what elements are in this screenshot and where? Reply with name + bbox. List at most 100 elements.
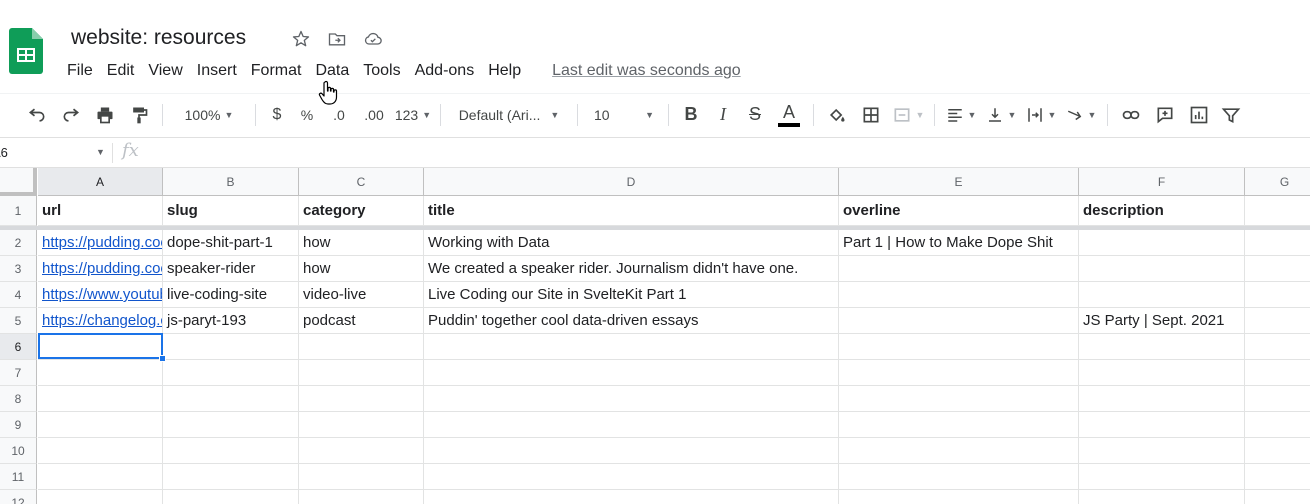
insert-chart-icon[interactable] — [1182, 101, 1216, 129]
italic-button[interactable]: I — [707, 101, 739, 129]
row-header-4[interactable]: 4 — [0, 282, 37, 308]
row-header-5[interactable]: 5 — [0, 308, 37, 334]
cell-e9[interactable] — [839, 412, 1079, 438]
cell-g4[interactable] — [1245, 282, 1310, 308]
cell-a1[interactable]: url — [38, 196, 163, 226]
cell-g10[interactable] — [1245, 438, 1310, 464]
cell-e3[interactable] — [839, 256, 1079, 282]
cell-b1[interactable]: slug — [163, 196, 299, 226]
sheets-logo-icon[interactable] — [9, 28, 43, 74]
cell-f5[interactable]: JS Party | Sept. 2021 — [1079, 308, 1245, 334]
cell-b12[interactable] — [163, 490, 299, 504]
cell-g11[interactable] — [1245, 464, 1310, 490]
fill-handle[interactable] — [159, 355, 166, 362]
cell-e7[interactable] — [839, 360, 1079, 386]
name-box[interactable]: A6 ▼ — [0, 138, 108, 167]
move-to-folder-icon[interactable] — [325, 28, 349, 50]
row-header-8[interactable]: 8 — [0, 386, 37, 412]
cell-b11[interactable] — [163, 464, 299, 490]
cell-f1[interactable]: description — [1079, 196, 1245, 226]
column-header-c[interactable]: C — [299, 168, 424, 196]
cell-a9[interactable] — [38, 412, 163, 438]
cell-e5[interactable] — [839, 308, 1079, 334]
cell-b8[interactable] — [163, 386, 299, 412]
row-header-10[interactable]: 10 — [0, 438, 37, 464]
row-header-2[interactable]: 2 — [0, 230, 37, 256]
cell-a5[interactable]: https://changelog.com/jsparty/193 — [38, 308, 163, 334]
cell-b9[interactable] — [163, 412, 299, 438]
cell-d3[interactable]: We created a speaker rider. Journalism d… — [424, 256, 839, 282]
cell-c6[interactable] — [299, 334, 424, 360]
borders-icon[interactable] — [854, 101, 888, 129]
cell-c10[interactable] — [299, 438, 424, 464]
cell-f6[interactable] — [1079, 334, 1245, 360]
row-header-6[interactable]: 6 — [0, 334, 37, 360]
cell-a11[interactable] — [38, 464, 163, 490]
cell-b5[interactable]: js-paryt-193 — [163, 308, 299, 334]
font-family-select[interactable]: Default (Ari... ▼ — [447, 101, 571, 129]
filter-icon[interactable] — [1216, 101, 1246, 129]
cell-e6[interactable] — [839, 334, 1079, 360]
cell-g8[interactable] — [1245, 386, 1310, 412]
paint-format-icon[interactable] — [122, 101, 156, 129]
cell-d11[interactable] — [424, 464, 839, 490]
column-header-g[interactable]: G — [1245, 168, 1310, 196]
strikethrough-button[interactable]: S — [739, 101, 771, 129]
cell-a7[interactable] — [38, 360, 163, 386]
cell-a4[interactable]: https://www.youtube.com/live-coding — [38, 282, 163, 308]
cell-c3[interactable]: how — [299, 256, 424, 282]
row-header-1[interactable]: 1 — [0, 196, 37, 226]
last-edit-link[interactable]: Last edit was seconds ago — [545, 60, 748, 82]
text-rotation-icon[interactable]: ▼ — [1061, 101, 1101, 129]
cell-d6[interactable] — [424, 334, 839, 360]
cell-e1[interactable]: overline — [839, 196, 1079, 226]
cell-c8[interactable] — [299, 386, 424, 412]
active-cell-selection[interactable] — [38, 333, 166, 362]
cell-g6[interactable] — [1245, 334, 1310, 360]
cell-c11[interactable] — [299, 464, 424, 490]
select-all-corner[interactable] — [0, 168, 37, 196]
cell-f4[interactable] — [1079, 282, 1245, 308]
formula-input[interactable] — [160, 138, 1300, 167]
increase-decimal-button[interactable]: .00 — [356, 101, 392, 129]
currency-format-button[interactable]: $ — [262, 101, 292, 129]
cell-d12[interactable] — [424, 490, 839, 504]
cell-e2[interactable]: Part 1 | How to Make Dope Shit — [839, 230, 1079, 256]
cell-d8[interactable] — [424, 386, 839, 412]
menu-view[interactable]: View — [141, 60, 189, 82]
cell-f7[interactable] — [1079, 360, 1245, 386]
font-size-select[interactable]: 10 ▼ — [584, 101, 662, 129]
cell-c2[interactable]: how — [299, 230, 424, 256]
column-header-d[interactable]: D — [424, 168, 839, 196]
cell-e4[interactable] — [839, 282, 1079, 308]
cell-d5[interactable]: Puddin' together cool data-driven essays — [424, 308, 839, 334]
menu-format[interactable]: Format — [244, 60, 309, 82]
cell-f2[interactable] — [1079, 230, 1245, 256]
column-header-a[interactable]: A — [38, 168, 163, 196]
cell-g12[interactable] — [1245, 490, 1310, 504]
menu-addons[interactable]: Add-ons — [408, 60, 482, 82]
bold-button[interactable]: B — [675, 101, 707, 129]
menu-help[interactable]: Help — [481, 60, 528, 82]
row-header-7[interactable]: 7 — [0, 360, 37, 386]
cell-b10[interactable] — [163, 438, 299, 464]
cell-e8[interactable] — [839, 386, 1079, 412]
cell-d2[interactable]: Working with Data — [424, 230, 839, 256]
menu-file[interactable]: File — [60, 60, 100, 82]
row-header-9[interactable]: 9 — [0, 412, 37, 438]
horizontal-align-icon[interactable]: ▼ — [941, 101, 981, 129]
text-wrapping-icon[interactable]: ▼ — [1021, 101, 1061, 129]
row-header-3[interactable]: 3 — [0, 256, 37, 282]
fill-color-icon[interactable] — [820, 101, 854, 129]
cell-c4[interactable]: video-live — [299, 282, 424, 308]
print-icon[interactable] — [88, 101, 122, 129]
cell-b4[interactable]: live-coding-site — [163, 282, 299, 308]
cell-g5[interactable] — [1245, 308, 1310, 334]
cell-a2[interactable]: https://pudding.cool/resources/working-w… — [38, 230, 163, 256]
column-header-b[interactable]: B — [163, 168, 299, 196]
cell-b6[interactable] — [163, 334, 299, 360]
text-color-button[interactable]: A — [771, 101, 807, 129]
insert-comment-icon[interactable] — [1148, 101, 1182, 129]
column-header-e[interactable]: E — [839, 168, 1079, 196]
cell-f11[interactable] — [1079, 464, 1245, 490]
